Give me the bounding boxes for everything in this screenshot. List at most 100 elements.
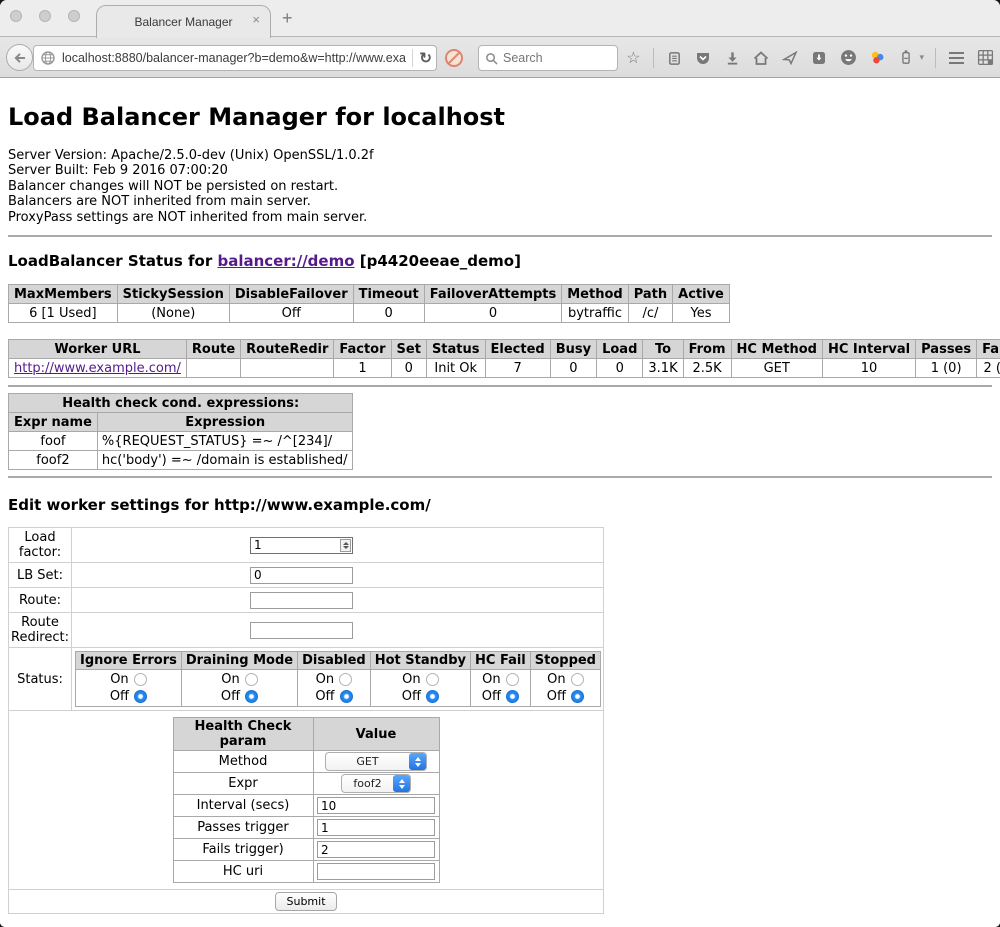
form-row-status: Status: Ignore Errors Draining Mode Disa… — [9, 648, 604, 711]
hc-fail-radios: On Off — [471, 670, 531, 707]
passes-cell — [313, 817, 439, 839]
page-title: Load Balancer Manager for localhost — [8, 78, 992, 131]
table-title-row: Health check cond. expressions: — [9, 394, 353, 413]
battery-addon-icon[interactable] — [897, 49, 915, 67]
feedback-smiley-icon[interactable] — [839, 49, 857, 67]
hc-uri-input[interactable] — [317, 863, 435, 880]
interval-label: Interval (secs) — [173, 795, 313, 817]
url-text[interactable]: localhost:8880/balancer-manager?b=demo&w… — [62, 51, 406, 65]
col-hc-interval: HC Interval — [822, 340, 915, 359]
col-status: Status — [426, 340, 485, 359]
home-icon[interactable] — [752, 49, 770, 67]
ignore-errors-on-radio[interactable] — [134, 673, 147, 686]
col-to: To — [643, 340, 683, 359]
route-input[interactable] — [250, 592, 353, 609]
col-hc-method: HC Method — [731, 340, 822, 359]
load-factor-input[interactable] — [250, 537, 353, 554]
cell-expr-name: foof — [9, 432, 98, 451]
number-spinner-icon[interactable] — [340, 539, 351, 552]
col-routeredir: RouteRedir — [241, 340, 334, 359]
hc-row-method: Method GET — [173, 751, 439, 773]
colored-dots-addon-icon[interactable] — [868, 49, 886, 67]
panel-download-icon[interactable] — [810, 49, 828, 67]
expr-select[interactable]: foof2 — [341, 774, 411, 793]
hc-fail-on-radio[interactable] — [506, 673, 519, 686]
col-worker-url: Worker URL — [9, 340, 187, 359]
hc-header-row: Health Check param Value — [173, 718, 439, 751]
cell-expression: hc('body') =~ /domain is established/ — [97, 451, 353, 470]
expr-row: foof2 hc('body') =~ /domain is establish… — [9, 451, 353, 470]
route-redirect-input[interactable] — [250, 622, 353, 639]
passes-input[interactable] — [317, 819, 435, 836]
grid-addon-icon[interactable] — [976, 49, 994, 67]
tab-title: Balancer Manager — [134, 15, 232, 29]
form-row-submit: Submit — [9, 890, 604, 914]
site-identity-globe-icon — [40, 50, 56, 66]
draining-mode-on-radio[interactable] — [245, 673, 258, 686]
status-table: Ignore Errors Draining Mode Disabled Hot… — [75, 651, 601, 707]
balancer-heading-suffix: [p4420eeae_demo] — [355, 252, 521, 270]
send-tab-icon[interactable] — [781, 49, 799, 67]
stopped-on-radio[interactable] — [571, 673, 584, 686]
window-zoom-icon[interactable] — [68, 10, 80, 22]
hc-fail-off-radio[interactable] — [506, 690, 519, 703]
stopped-radios: On Off — [530, 670, 600, 707]
balancer-demo-link[interactable]: balancer://demo — [217, 252, 354, 270]
window-minimize-icon[interactable] — [39, 10, 51, 22]
disabled-on-radio[interactable] — [339, 673, 352, 686]
divider — [8, 235, 992, 237]
hc-uri-cell — [313, 861, 439, 883]
search-bar[interactable] — [478, 45, 618, 71]
method-select[interactable]: GET — [325, 752, 427, 771]
addon-caret-icon[interactable]: ▾ — [919, 52, 924, 63]
lb-set-input[interactable] — [250, 567, 353, 584]
window-close-icon[interactable] — [10, 10, 22, 22]
content-blocked-icon[interactable] — [444, 48, 464, 68]
select-stepper-icon — [409, 753, 426, 770]
load-factor-label: Load factor: — [9, 528, 72, 563]
route-redirect-cell — [72, 613, 604, 648]
hot-standby-on-radio[interactable] — [426, 673, 439, 686]
reload-icon[interactable]: ↻ — [419, 49, 432, 67]
hc-row-hc-uri: HC uri — [173, 861, 439, 883]
col-load: Load — [597, 340, 643, 359]
col-maxmembers: MaxMembers — [9, 285, 118, 304]
interval-input[interactable] — [317, 797, 435, 814]
new-tab-button[interactable]: + — [282, 8, 293, 29]
cell-route — [186, 359, 240, 378]
url-bar[interactable]: localhost:8880/balancer-manager?b=demo&w… — [33, 45, 437, 71]
status-label: Status: — [9, 648, 72, 711]
on-label: On — [547, 671, 565, 688]
disabled-off-radio[interactable] — [340, 690, 353, 703]
status-cell: Ignore Errors Draining Mode Disabled Hot… — [72, 648, 604, 711]
stopped-off-radio[interactable] — [571, 690, 584, 703]
bookmark-star-icon[interactable]: ☆ — [624, 49, 642, 67]
disabled-radios: On Off — [298, 670, 371, 707]
tab-close-icon[interactable]: × — [252, 13, 260, 27]
ignore-errors-off-radio[interactable] — [134, 690, 147, 703]
menu-hamburger-icon[interactable] — [947, 49, 965, 67]
downloads-icon[interactable] — [723, 49, 741, 67]
back-button[interactable] — [6, 44, 33, 71]
route-cell — [72, 588, 604, 613]
cell-from: 2.5K — [683, 359, 731, 378]
pocket-icon[interactable] — [694, 49, 712, 67]
col-hot-standby: Hot Standby — [370, 652, 470, 670]
interval-cell — [313, 795, 439, 817]
hot-standby-radios: On Off — [370, 670, 470, 707]
status-radio-row: On Off On Off On Off — [76, 670, 601, 707]
browser-tab[interactable]: Balancer Manager × — [96, 5, 271, 38]
divider — [8, 476, 992, 478]
worker-url-link[interactable]: http://www.example.com/ — [14, 361, 181, 376]
fails-input[interactable] — [317, 841, 435, 858]
draining-mode-off-radio[interactable] — [245, 690, 258, 703]
cell-disablefailover: Off — [229, 304, 353, 323]
submit-button[interactable]: Submit — [275, 892, 336, 911]
cell-busy: 0 — [550, 359, 596, 378]
on-label: On — [221, 671, 239, 688]
hot-standby-off-radio[interactable] — [426, 690, 439, 703]
search-input[interactable] — [503, 51, 603, 65]
route-redirect-label: Route Redirect: — [9, 613, 72, 648]
form-row-route-redirect: Route Redirect: — [9, 613, 604, 648]
reading-list-icon[interactable] — [665, 49, 683, 67]
